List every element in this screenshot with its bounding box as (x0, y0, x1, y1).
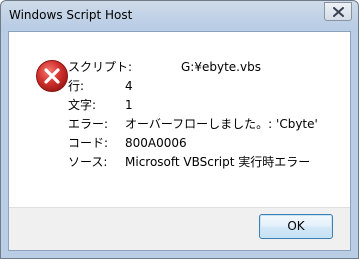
code-label: コード: (68, 136, 109, 150)
close-icon (333, 7, 344, 17)
row-label: 行: (68, 79, 85, 93)
error-icon (36, 60, 68, 92)
dialog-content: スクリプト: G:¥ebyte.vbs 行: 4 文字: 1 エラー: オーバー… (8, 31, 351, 251)
script-value: G:¥ebyte.vbs (181, 60, 261, 74)
ok-button[interactable]: OK (259, 214, 333, 239)
close-button[interactable] (324, 2, 352, 21)
code-value: 800A0006 (125, 136, 187, 150)
error-label: エラー: (68, 117, 109, 131)
window-title: Windows Script Host (9, 8, 133, 22)
char-value: 1 (125, 98, 133, 112)
source-label: ソース: (68, 155, 108, 169)
row-value: 4 (125, 79, 133, 93)
script-label: スクリプト: (68, 60, 133, 74)
title-bar[interactable]: Windows Script Host (1, 1, 358, 31)
error-value: オーバーフローしました。: 'Cbyte' (125, 117, 318, 131)
source-value: Microsoft VBScript 実行時エラー (125, 155, 311, 169)
char-label: 文字: (68, 98, 97, 112)
button-bar: OK (9, 207, 350, 250)
dialog-window: Windows Script Host スクリプト: G:¥ebyte.vbs (0, 0, 359, 259)
